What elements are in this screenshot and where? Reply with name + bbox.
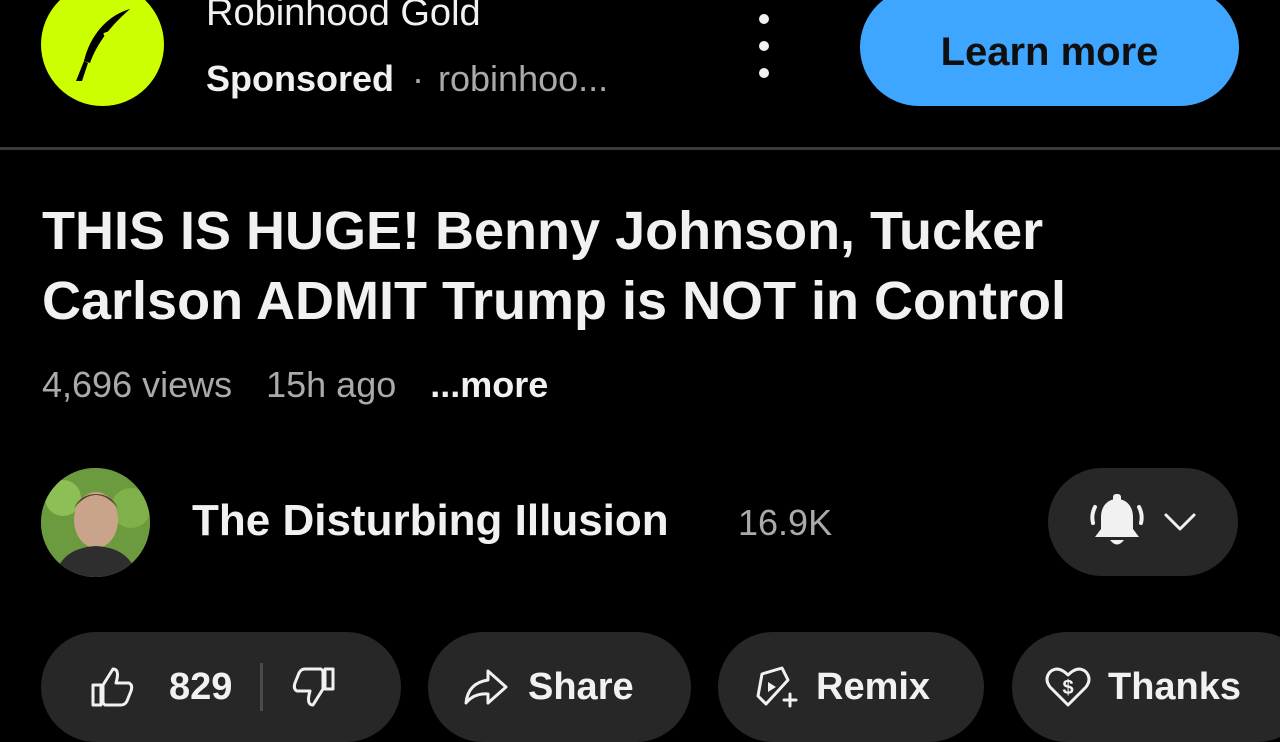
more-link[interactable]: ...more [430,364,548,406]
subscriber-count: 16.9K [738,502,833,543]
channel-avatar[interactable] [41,468,150,577]
chevron-down-icon [1163,512,1197,532]
robinhood-logo[interactable] [41,0,164,106]
channel-name[interactable]: The Disturbing Illusion [192,496,669,546]
divider [0,147,1280,150]
thanks-label: Thanks [1108,665,1242,708]
thumbs-up-icon[interactable] [89,665,135,709]
heart-dollar-icon: $ [1044,665,1092,709]
learn-more-button[interactable]: Learn more [860,0,1239,106]
like-count[interactable]: 829 [169,666,232,709]
thanks-button[interactable]: $ Thanks [1012,632,1280,742]
video-meta[interactable]: 4,696 views 15h ago ...more [42,364,548,406]
share-arrow-icon [462,667,510,707]
sponsored-label: Sponsored [206,58,395,99]
remix-button[interactable]: Remix [718,632,984,742]
subscribed-notification-button[interactable] [1048,468,1238,576]
share-button[interactable]: Share [428,632,691,742]
ad-domain[interactable]: robinhoo... [438,58,608,100]
upload-time: 15h ago [266,364,397,405]
like-dislike-group: 829 [41,632,401,742]
ad-meta: Sponsored · robinhoo... [206,58,608,100]
more-vert-icon[interactable] [744,14,784,78]
view-count: 4,696 views [42,364,233,405]
bell-icon [1089,493,1145,551]
like-divider [260,663,264,711]
meta-separator: · [412,58,425,99]
remix-label: Remix [816,665,931,708]
thumbs-down-icon[interactable] [291,665,337,709]
robinhood-feather-icon [68,5,138,85]
remix-icon [752,664,800,710]
svg-text:$: $ [1062,677,1073,699]
ad-title[interactable]: Robinhood Gold [206,0,481,35]
video-title[interactable]: THIS IS HUGE! Benny Johnson, Tucker Carl… [42,196,1242,336]
share-label: Share [528,665,634,708]
